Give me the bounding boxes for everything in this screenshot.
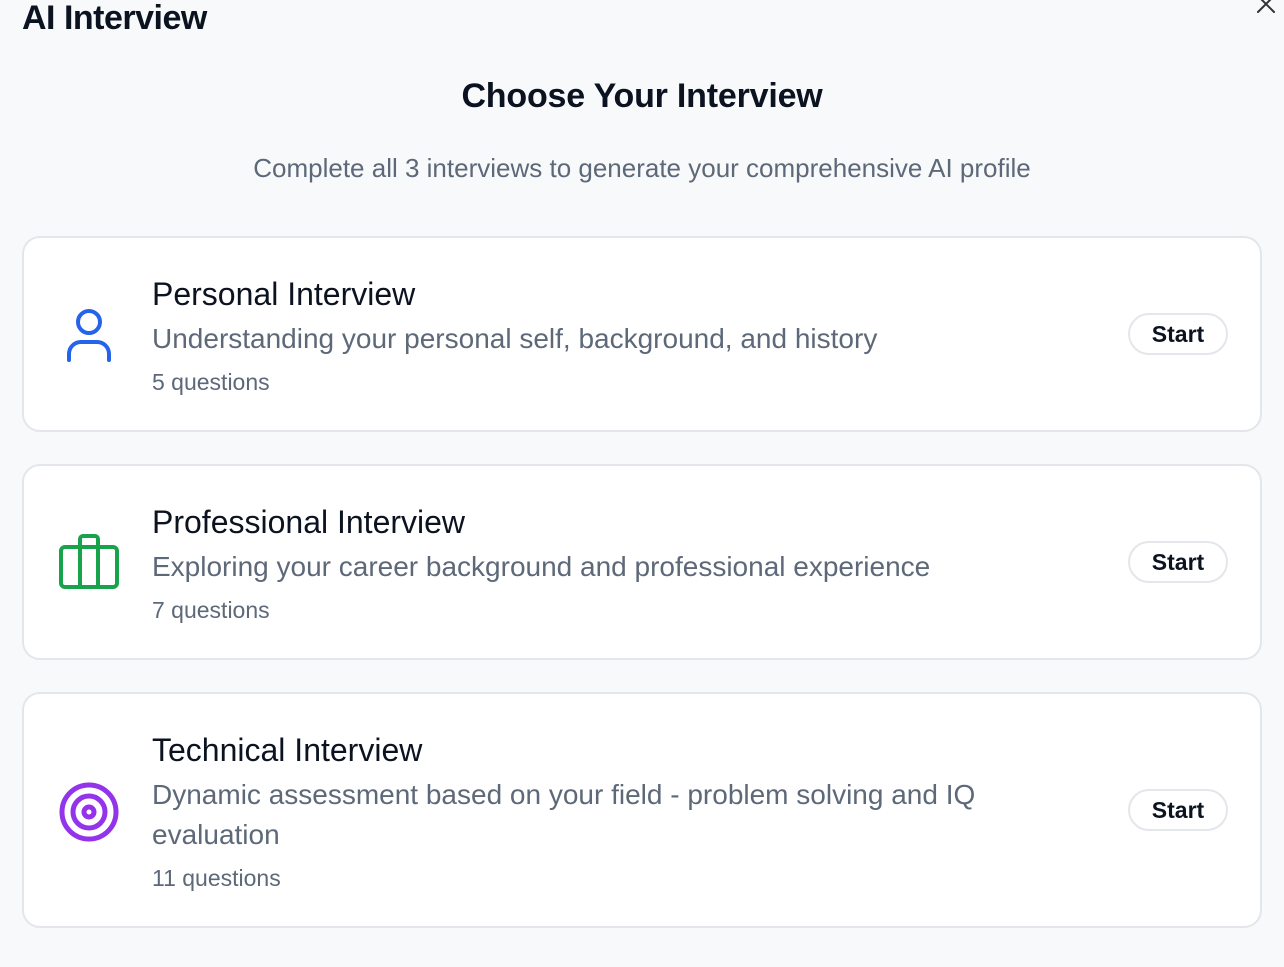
user-icon bbox=[56, 303, 122, 369]
interview-card-personal: Personal Interview Understanding your pe… bbox=[22, 236, 1262, 432]
question-count: 11 questions bbox=[152, 865, 281, 891]
target-icon bbox=[56, 779, 122, 845]
start-professional-button[interactable]: Start bbox=[1128, 541, 1228, 583]
interview-card-professional: Professional Interview Exploring your ca… bbox=[22, 464, 1262, 660]
interview-title: Personal Interview bbox=[152, 276, 416, 312]
start-technical-button[interactable]: Start bbox=[1128, 789, 1228, 831]
interview-description: Dynamic assessment based on your field -… bbox=[152, 779, 976, 850]
interview-card-technical: Technical Interview Dynamic assessment b… bbox=[22, 692, 1262, 928]
interview-title: Professional Interview bbox=[152, 504, 466, 540]
interview-description: Understanding your personal self, backgr… bbox=[152, 323, 878, 354]
question-count: 5 questions bbox=[152, 369, 270, 395]
briefcase-icon bbox=[56, 531, 122, 597]
close-icon bbox=[1257, 0, 1275, 13]
close-button[interactable] bbox=[1252, 0, 1280, 18]
page-title: Choose Your Interview bbox=[461, 77, 823, 115]
question-count: 7 questions bbox=[152, 597, 270, 623]
interview-description: Exploring your career background and pro… bbox=[152, 551, 931, 582]
page-subtitle: Complete all 3 interviews to generate yo… bbox=[253, 153, 1031, 183]
start-personal-button[interactable]: Start bbox=[1128, 313, 1228, 355]
window-title: AI Interview bbox=[22, 0, 207, 37]
interview-title: Technical Interview bbox=[152, 732, 423, 768]
